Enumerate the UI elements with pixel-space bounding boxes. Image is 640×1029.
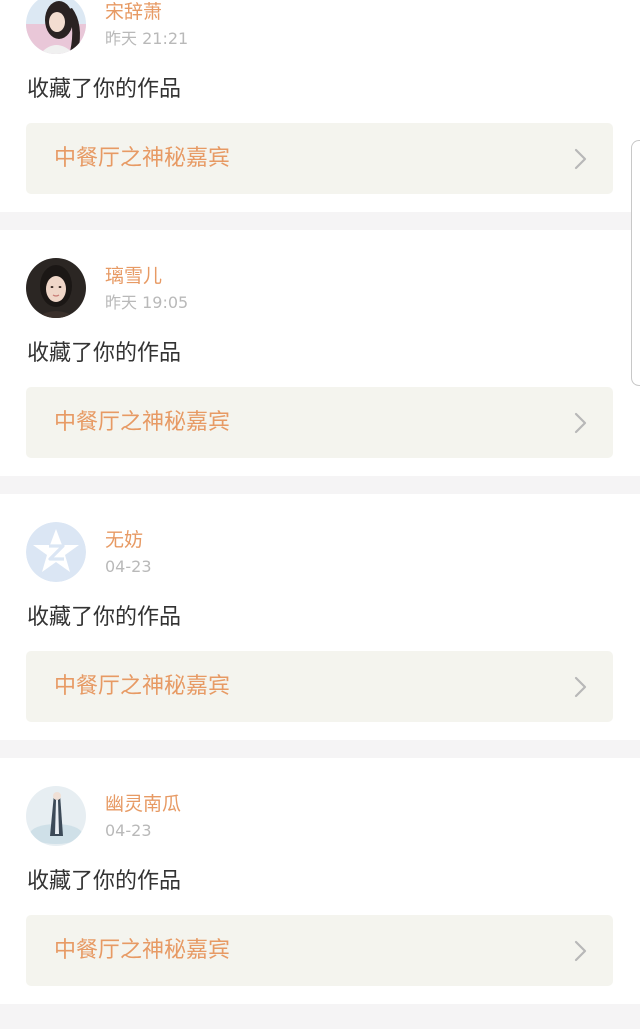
work-title: 中餐厅之神秘嘉宾 [54,146,231,171]
user-photo-avatar-icon [26,0,86,54]
timestamp: 04-23 [105,821,152,840]
work-title: 中餐厅之神秘嘉宾 [54,674,231,699]
work-link[interactable]: 中餐厅之神秘嘉宾 [26,387,613,458]
work-title: 中餐厅之神秘嘉宾 [54,410,231,435]
avatar[interactable] [26,522,86,582]
chevron-right-icon [574,940,587,962]
work-link[interactable]: 中餐厅之神秘嘉宾 [26,651,613,722]
avatar[interactable] [26,0,86,54]
action-text: 收藏了你的作品 [27,869,182,894]
user-photo-avatar-icon [26,786,86,846]
avatar[interactable] [26,258,86,318]
action-text: 收藏了你的作品 [27,77,182,102]
action-text: 收藏了你的作品 [27,341,182,366]
timestamp: 昨天 21:21 [105,29,189,48]
notification-card: 璃雪儿 昨天 19:05 收藏了你的作品 中餐厅之神秘嘉宾 [0,230,640,476]
chevron-right-icon [574,412,587,434]
notification-card: 宋辞萧 昨天 21:21 收藏了你的作品 中餐厅之神秘嘉宾 [0,0,640,212]
notification-card: 无妨 04-23 收藏了你的作品 中餐厅之神秘嘉宾 [0,494,640,740]
timestamp: 昨天 19:05 [105,293,189,312]
user-photo-avatar-icon [26,258,86,318]
username[interactable]: 璃雪儿 [105,264,162,288]
username[interactable]: 幽灵南瓜 [105,792,181,816]
work-link[interactable]: 中餐厅之神秘嘉宾 [26,123,613,194]
action-text: 收藏了你的作品 [27,605,182,630]
notification-feed: 宋辞萧 昨天 21:21 收藏了你的作品 中餐厅之神秘嘉宾 璃雪儿 昨天 19:… [0,0,640,1029]
chevron-right-icon [574,676,587,698]
avatar[interactable] [26,786,86,846]
notification-card: 幽灵南瓜 04-23 收藏了你的作品 中餐厅之神秘嘉宾 [0,758,640,1004]
scrollbar-handle[interactable] [631,140,640,386]
work-title: 中餐厅之神秘嘉宾 [54,938,231,963]
username[interactable]: 无妨 [105,528,143,552]
timestamp: 04-23 [105,557,152,576]
default-star-avatar-icon [26,522,86,582]
username[interactable]: 宋辞萧 [105,0,162,24]
chevron-right-icon [574,148,587,170]
work-link[interactable]: 中餐厅之神秘嘉宾 [26,915,613,986]
